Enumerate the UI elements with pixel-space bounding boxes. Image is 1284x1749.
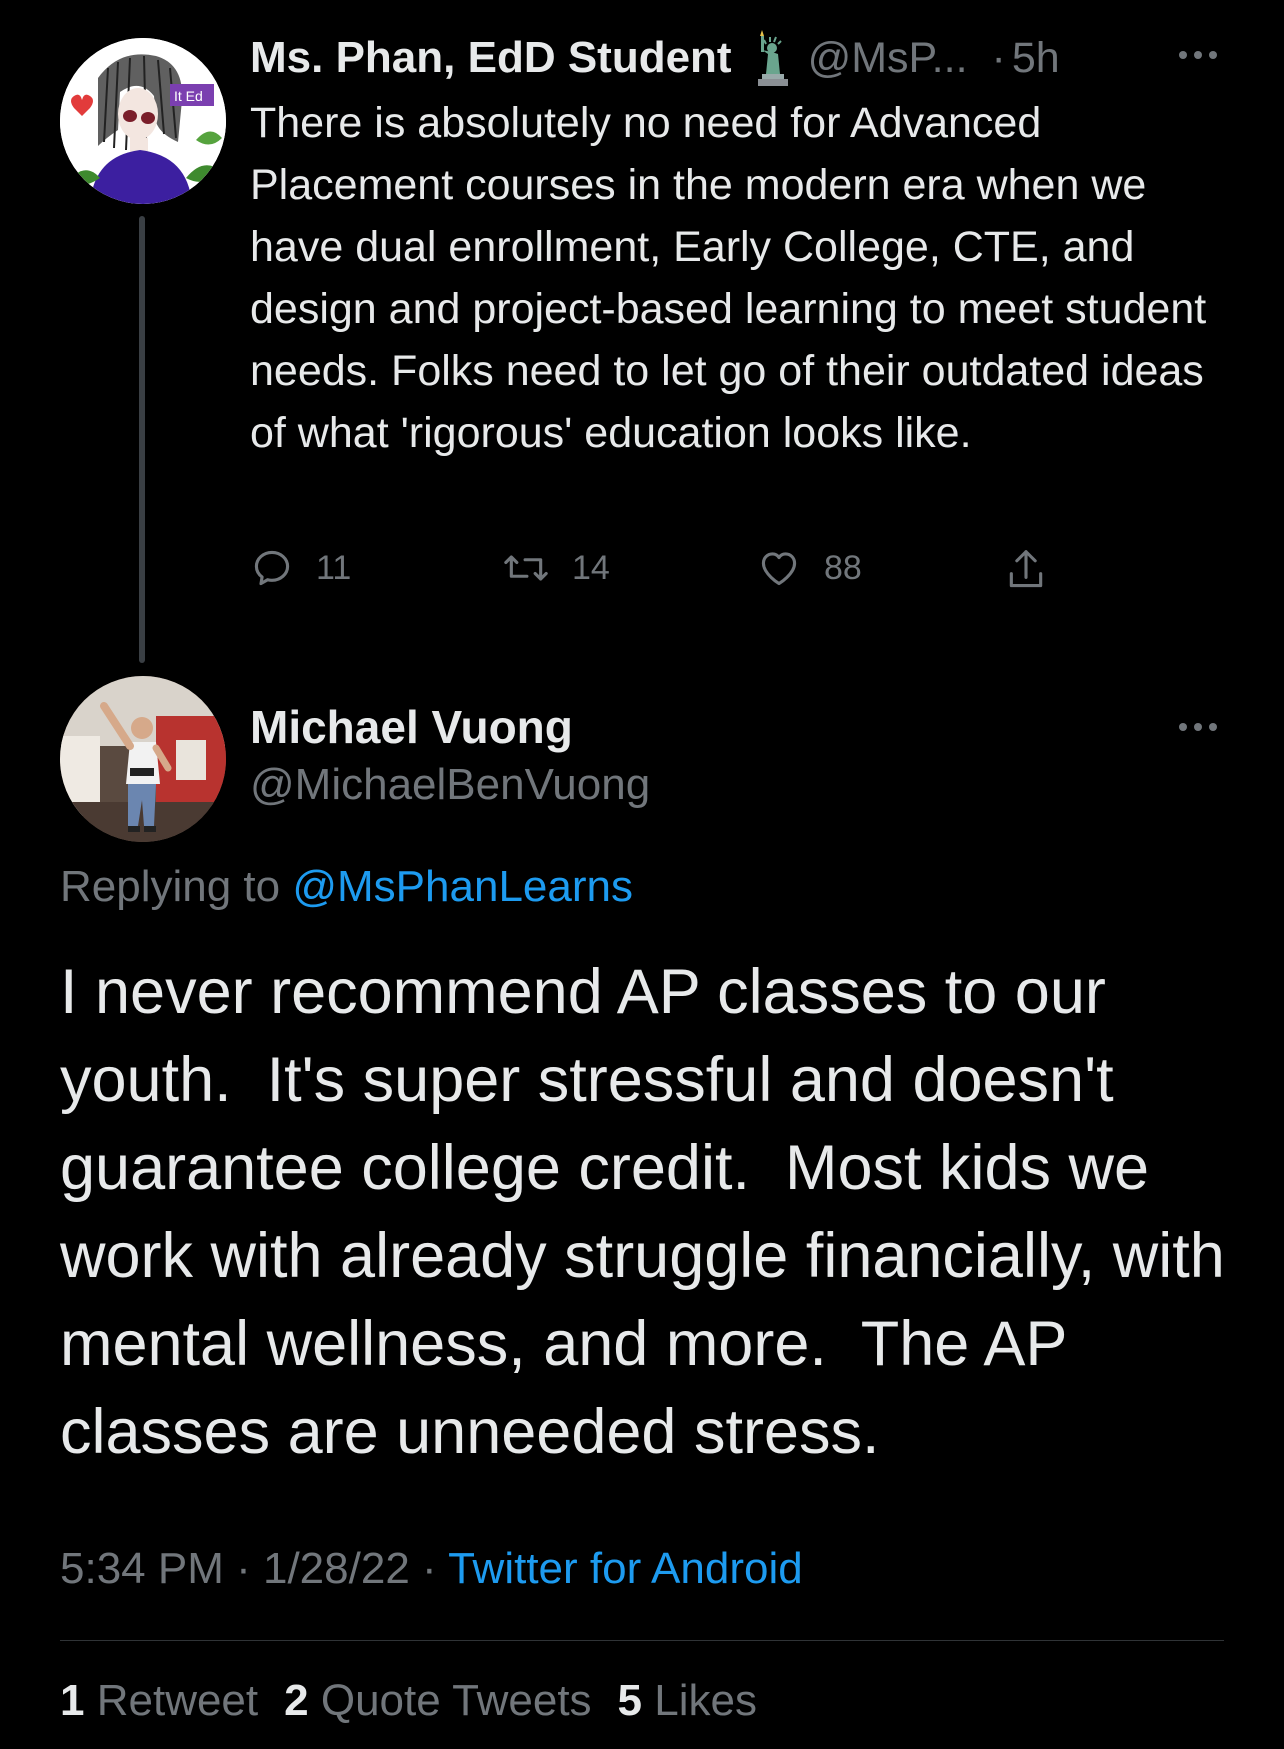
reply-button[interactable]: 11 (250, 546, 351, 590)
tweet-date[interactable]: 1/28/22 (263, 1544, 410, 1593)
svg-text:It Ed: It Ed (174, 88, 203, 104)
tweet-timestamp-line: 5:34 PM · 1/28/22 · Twitter for Android (60, 1544, 803, 1594)
avatar-photo (60, 676, 226, 842)
retweet-button[interactable]: 14 (502, 546, 610, 590)
thread-connector-line (139, 216, 145, 663)
avatar-ms-phan[interactable]: It Ed (60, 38, 226, 204)
replying-to-line: Replying to @MsPhanLearns (60, 862, 633, 912)
reply-author-handle[interactable]: @MichaelBenVuong (250, 760, 650, 810)
reply-count: 11 (316, 548, 352, 587)
quotes-label: Quote Tweets (320, 1676, 592, 1725)
tweet-source-link[interactable]: Twitter for Android (448, 1544, 803, 1593)
share-icon (1009, 550, 1043, 588)
replying-to-label: Replying to (60, 862, 293, 911)
parent-author-handle[interactable]: @MsP... (808, 34, 968, 83)
likes-count: 5 (617, 1676, 643, 1725)
divider (60, 1640, 1224, 1641)
parent-tweet-header: Ms. Phan, EdD Student @MsP... · 5h (250, 30, 1060, 86)
meta-separator: · (409, 1544, 449, 1593)
avatar-michael-vuong[interactable] (60, 676, 226, 842)
like-button[interactable]: 88 (756, 546, 862, 590)
more-icon[interactable] (1176, 712, 1220, 742)
reply-icon (254, 550, 290, 586)
retweets-stat[interactable]: 1 Retweet (60, 1676, 258, 1725)
more-icon[interactable] (1176, 40, 1220, 70)
like-icon (761, 552, 797, 586)
retweet-icon (504, 555, 548, 581)
meta-separator: · (223, 1544, 263, 1593)
engagement-stats: 1 Retweet 2 Quote Tweets 5 Likes (60, 1676, 757, 1726)
likes-stat[interactable]: 5 Likes (618, 1676, 757, 1725)
retweet-count: 14 (572, 548, 610, 587)
statue-of-liberty-icon (752, 30, 792, 86)
parent-tweet-time[interactable]: 5h (1012, 34, 1060, 83)
quotes-count: 2 (284, 1676, 309, 1725)
quotes-stat[interactable]: 2 Quote Tweets (284, 1676, 591, 1725)
share-button[interactable] (1004, 546, 1048, 594)
reply-author-name[interactable]: Michael Vuong (250, 700, 573, 754)
likes-label: Likes (654, 1676, 757, 1725)
time-separator: · (991, 33, 1006, 82)
parent-tweet-text: There is absolutely no need for Advanced… (250, 99, 1207, 457)
parent-author-name[interactable]: Ms. Phan, EdD Student (250, 33, 732, 83)
avatar-drawing: It Ed (60, 38, 226, 204)
tweet-time[interactable]: 5:34 PM (60, 1544, 224, 1593)
retweets-label: Retweet (96, 1676, 259, 1725)
reply-tweet-text: I never recommend AP classes to our yout… (60, 957, 1243, 1467)
retweets-count: 1 (60, 1676, 85, 1725)
like-count: 88 (824, 548, 862, 587)
replying-to-link[interactable]: @MsPhanLearns (292, 862, 633, 911)
